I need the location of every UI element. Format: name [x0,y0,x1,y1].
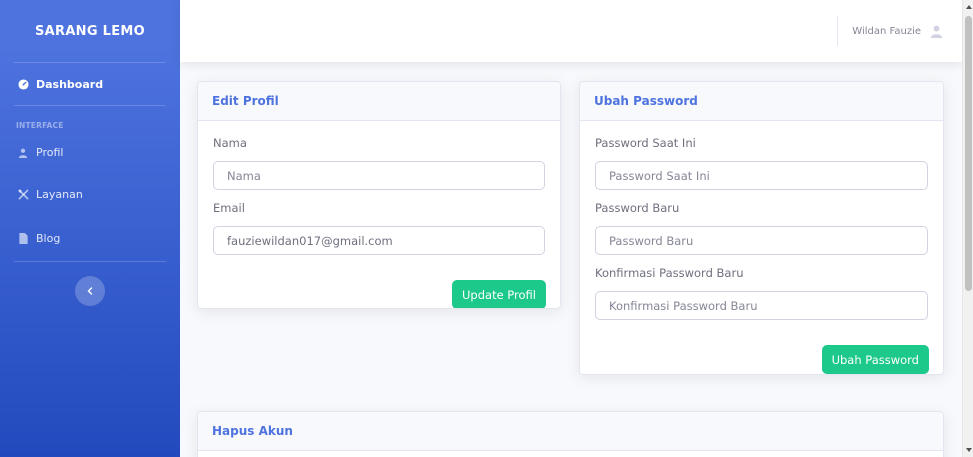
sidebar-divider [14,261,166,262]
user-icon [16,148,30,158]
sidebar-item-dashboard[interactable]: Dashboard [0,63,180,105]
user-menu[interactable]: Wildan Fauzie [852,0,943,62]
current-password-label: Password Saat Ini [595,136,696,150]
page-scrollbar[interactable] [962,0,973,457]
sidebar-item-label: Profil [36,146,64,159]
name-input[interactable] [213,161,545,190]
sidebar-item-layanan[interactable]: Layanan [0,169,180,219]
sidebar: SARANG LEMO Dashboard INTERFACE Profil L… [0,0,180,457]
sidebar-heading: INTERFACE [16,121,64,130]
sidebar-item-profil[interactable]: Profil [0,136,180,169]
chevron-left-icon [87,284,93,299]
sidebar-item-label: Layanan [36,187,83,201]
sidebar-toggle-button[interactable] [75,276,105,306]
confirm-password-input[interactable] [595,291,928,320]
file-icon [16,232,30,244]
sidebar-item-blog[interactable]: Blog [0,219,180,257]
topbar-divider [837,16,838,46]
topbar: Wildan Fauzie [180,0,962,62]
sidebar-brand[interactable]: SARANG LEMO [0,0,180,62]
sidebar-item-label: Dashboard [36,77,104,91]
sidebar-item-label: Blog [36,231,61,245]
email-label: Email [213,201,245,215]
card-title: Ubah Password [580,82,943,121]
card-title: Edit Profil [198,82,560,121]
tachometer-icon [16,78,30,90]
user-avatar-icon [930,25,943,38]
scroll-down-icon[interactable] [965,445,972,455]
name-label: Nama [213,136,247,150]
tools-icon [16,189,30,200]
change-password-card: Ubah Password Password Saat Ini Password… [579,81,944,375]
new-password-label: Password Baru [595,201,680,215]
delete-account-card: Hapus Akun [197,411,944,457]
email-input[interactable] [213,226,545,255]
current-password-input[interactable] [595,161,928,190]
scroll-up-icon[interactable] [965,2,972,12]
new-password-input[interactable] [595,226,928,255]
edit-profile-card: Edit Profil Nama Email Update Profil [197,81,561,309]
change-password-button[interactable]: Ubah Password [821,345,929,374]
scrollbar-thumb[interactable] [965,16,972,291]
confirm-password-label: Konfirmasi Password Baru [595,266,744,280]
user-name: Wildan Fauzie [852,25,921,37]
update-profile-button[interactable]: Update Profil [452,280,546,308]
card-title: Hapus Akun [198,412,943,451]
